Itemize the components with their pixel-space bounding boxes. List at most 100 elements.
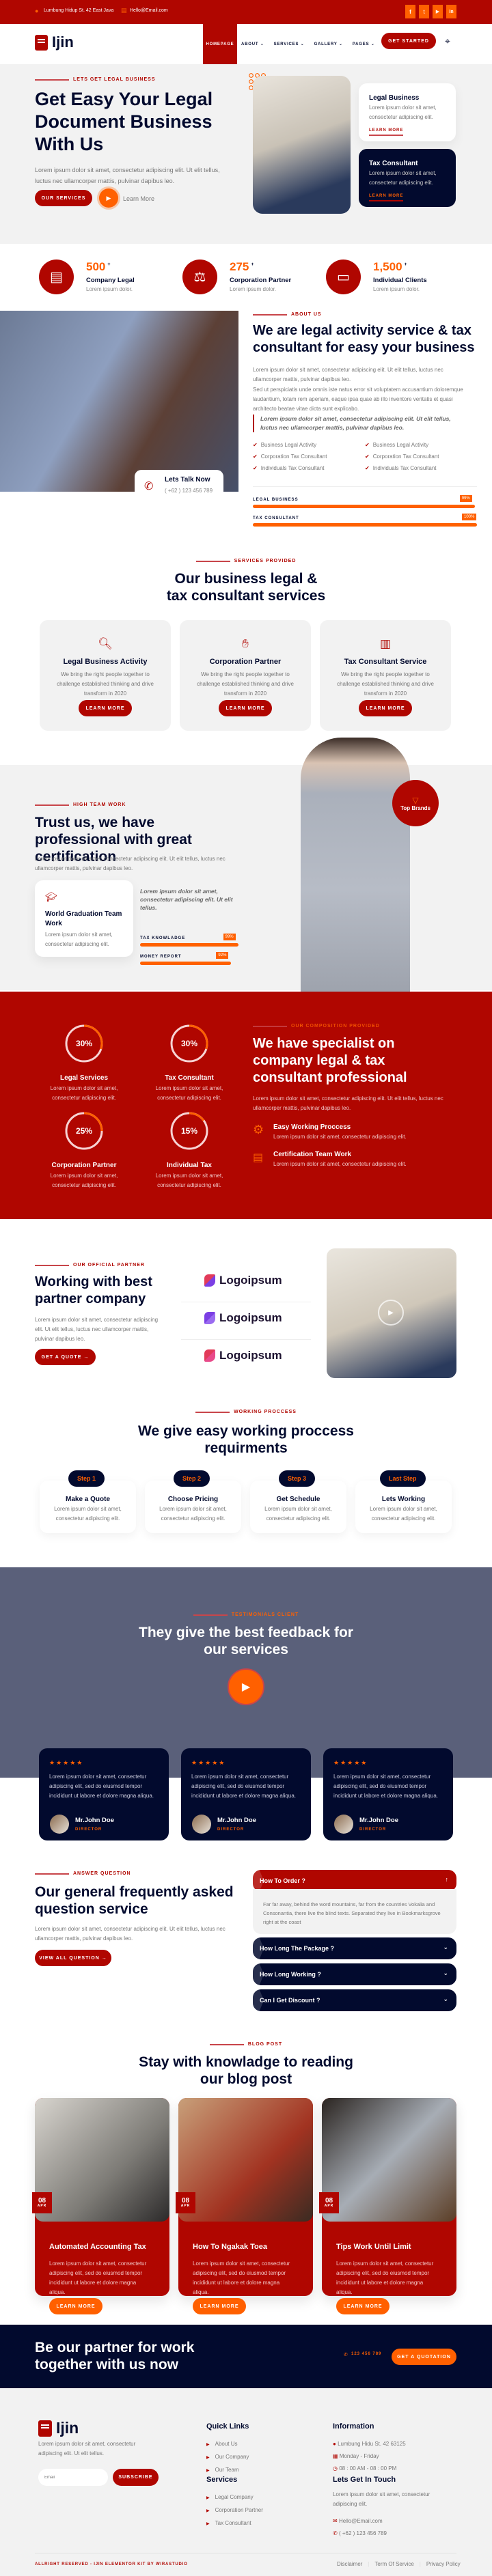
disclaimer-link[interactable]: Disclaimer [337, 2561, 362, 2567]
stat-item: ▭ 1,500 + Individual Clients Lorem ipsum … [326, 257, 463, 298]
nav-item-services[interactable]: SERVICES ⌄ [274, 42, 305, 46]
caret-right-icon: ▶ [206, 2522, 210, 2526]
check-item: ✔ Business Legal Activity [365, 442, 429, 448]
faq-question[interactable]: Can I Get Discount ? ⌄ [253, 1989, 456, 2011]
terms-link[interactable]: Term Of Service [374, 2561, 413, 2567]
cta-phone[interactable]: 123 456 789 [351, 2352, 381, 2356]
our-services-button[interactable]: OUR SERVICES [35, 190, 92, 206]
footer-phone[interactable]: ✆ ( +62 ) 123 456 789 [333, 2528, 387, 2540]
learn-more-button[interactable]: LEARN MORE [336, 2298, 390, 2314]
check-icon: ✔ [365, 465, 370, 471]
testimonials: TESTIMONIALS CLIENT They give the best f… [0, 1567, 492, 1854]
progress-fill [253, 505, 475, 508]
email-input[interactable] [38, 2469, 108, 2486]
faq-question[interactable]: How Long The Package ? ⌄ [253, 1937, 456, 1959]
nav-item-homepage[interactable]: HOMEPAGE [203, 24, 237, 64]
learn-more-button[interactable]: LEARN MORE [49, 2298, 102, 2314]
linkedin-icon[interactable]: in [446, 5, 456, 18]
crosshair-search-icon[interactable]: ⌖ [445, 36, 450, 47]
caret-right-icon: ▶ [206, 2496, 210, 2500]
clock-icon: ◷ [333, 2465, 338, 2472]
handshake-icon: ✋︎ [242, 637, 249, 650]
blog: BLOG POST Stay with knowladge to reading… [0, 2035, 492, 2315]
chat-icon: ▭ [326, 260, 361, 294]
learn-more-link[interactable]: LEARN MORE [369, 128, 404, 136]
learn-more-link[interactable]: Learn More [123, 195, 154, 202]
process-step-card: Step 3 Get Schedule Lorem ipsum dolor si… [250, 1470, 346, 1533]
date-badge: 08 APR [32, 2192, 52, 2213]
chevron-down-icon: ⌄ [260, 42, 264, 46]
phone-icon: ✆ [333, 2530, 338, 2536]
medal-icon: ▽ [412, 795, 419, 805]
hero-eyebrow: LETS GET LEGAL BUSINESS [35, 77, 156, 82]
learn-more-button[interactable]: LEARN MORE [219, 700, 272, 716]
check-icon: ✔ [253, 442, 258, 448]
privacy-link[interactable]: Privacy Policy [426, 2561, 461, 2567]
youtube-icon[interactable]: ▶ [433, 5, 443, 18]
lets-talk-card[interactable]: ✆ Lets Talk Now ( +62 ) 123 456 789 [135, 470, 223, 503]
partner-image-meeting: ▶ [327, 1248, 456, 1378]
process-step-card: Last Step Lets Working Lorem ipsum dolor… [355, 1470, 452, 1533]
twitter-icon[interactable]: t [419, 5, 429, 18]
avatar [334, 1815, 353, 1834]
get-started-button[interactable]: GET STARTED [381, 33, 436, 49]
arrow-right-icon: → [83, 1354, 90, 1360]
nav-item-gallery[interactable]: GALLERY ⌄ [314, 42, 343, 46]
topbar-address: Lumbung Hidup St. 42 East Java [44, 8, 114, 13]
topbar: ● Lumbung Hidup St. 42 East Java ▤ Hello… [0, 0, 492, 24]
logo[interactable]: Ijin [35, 33, 74, 51]
process-step-card: Step 1 Make a Quote Lorem ipsum dolor si… [40, 1470, 136, 1533]
quick-link[interactable]: ▶ About Us [206, 2438, 249, 2451]
check-icon: ✔ [253, 453, 258, 460]
facebook-icon[interactable]: f [405, 5, 415, 18]
caret-right-icon: ▶ [206, 2509, 210, 2513]
calendar-icon: ▦ [333, 2453, 338, 2459]
service-link[interactable]: ▶ Legal Company [206, 2491, 263, 2504]
gear-icon: ⚙ [253, 1123, 264, 1136]
stats: ▤ 500 + Company Legal Lorem ipsum dolor. … [0, 244, 492, 311]
subscribe-button[interactable]: SUBSCRIBE [113, 2469, 159, 2486]
learn-more-link[interactable]: LEARN MORE [369, 194, 404, 201]
topbar-email[interactable]: Hello@Email.com [130, 8, 168, 13]
footer-logo[interactable]: Ijin [38, 2419, 79, 2437]
about-quote: Lorem ipsum dolor sit amet, consectetur … [253, 415, 458, 432]
about-eyebrow: ABOUT US [253, 312, 322, 317]
faq-question[interactable]: How Long Working ? ⌄ [253, 1963, 456, 1985]
stat-item: ▤ 500 + Company Legal Lorem ipsum dolor. [39, 257, 176, 298]
service-link[interactable]: ▶ Corporation Partner [206, 2504, 263, 2517]
step-pill: Step 3 [279, 1470, 316, 1487]
get-a-quote-button[interactable]: GET A QUOTE → [35, 1349, 96, 1365]
logoipsum-mark-icon [204, 1349, 215, 1362]
copyright: ALLRIGHT RESERVED - IJIN ELEMENTOR KIT B… [35, 2562, 188, 2566]
service-link[interactable]: ▶ Tax Consultant [206, 2517, 263, 2530]
check-icon: ✔ [253, 465, 258, 471]
check-item: ✔ Individuals Tax Consultant [253, 465, 325, 471]
hero-card-tax-consultant: Tax Consultant Lorem ipsum dolor sit ame… [359, 149, 456, 207]
progress-fill [140, 962, 232, 965]
blog-card: 08 APR Tips Work Until Limit Lorem ipsum … [319, 2098, 456, 2314]
hero-card-legal-business: Legal Business Lorem ipsum dolor sit ame… [359, 83, 456, 141]
nav-item-about[interactable]: ABOUT ⌄ [241, 42, 264, 46]
graduation-card: 🎓︎ World Graduation Team Work Lorem ipsu… [35, 880, 133, 957]
hero: LETS GET LEGAL BUSINESS Get Easy Your Le… [0, 64, 492, 244]
nav-item-pages[interactable]: PAGES ⌄ [353, 42, 375, 46]
step-pill: Last Step [380, 1470, 426, 1487]
view-all-question-button[interactable]: VIEW ALL QUESTION → [35, 1950, 111, 1966]
divider [253, 486, 477, 487]
get-a-quotation-button[interactable]: GET A QUOTATION [392, 2349, 456, 2365]
footer-email[interactable]: ✉ Hello@Email.com [333, 2515, 387, 2528]
learn-more-button[interactable]: LEARN MORE [359, 700, 412, 716]
learn-more-button[interactable]: LEARN MORE [193, 2298, 246, 2314]
arrow-right-icon: → [101, 1955, 107, 1961]
hero-image-meeting [253, 76, 351, 214]
businessman-photo [301, 738, 410, 992]
play-button[interactable]: ▶ [99, 188, 118, 208]
video-play-button[interactable]: ▶ [228, 1668, 264, 1705]
play-icon[interactable]: ▶ [378, 1300, 404, 1326]
quick-link[interactable]: ▶ Our Company [206, 2451, 249, 2464]
certificate-icon: ▤ [39, 260, 74, 294]
blog-image [178, 2098, 313, 2222]
star-rating: ★★★★★ [191, 1759, 226, 1766]
learn-more-button[interactable]: LEARN MORE [79, 700, 132, 716]
specialist: 30% Legal Services Lorem ipsum dolor sit… [0, 992, 492, 1219]
